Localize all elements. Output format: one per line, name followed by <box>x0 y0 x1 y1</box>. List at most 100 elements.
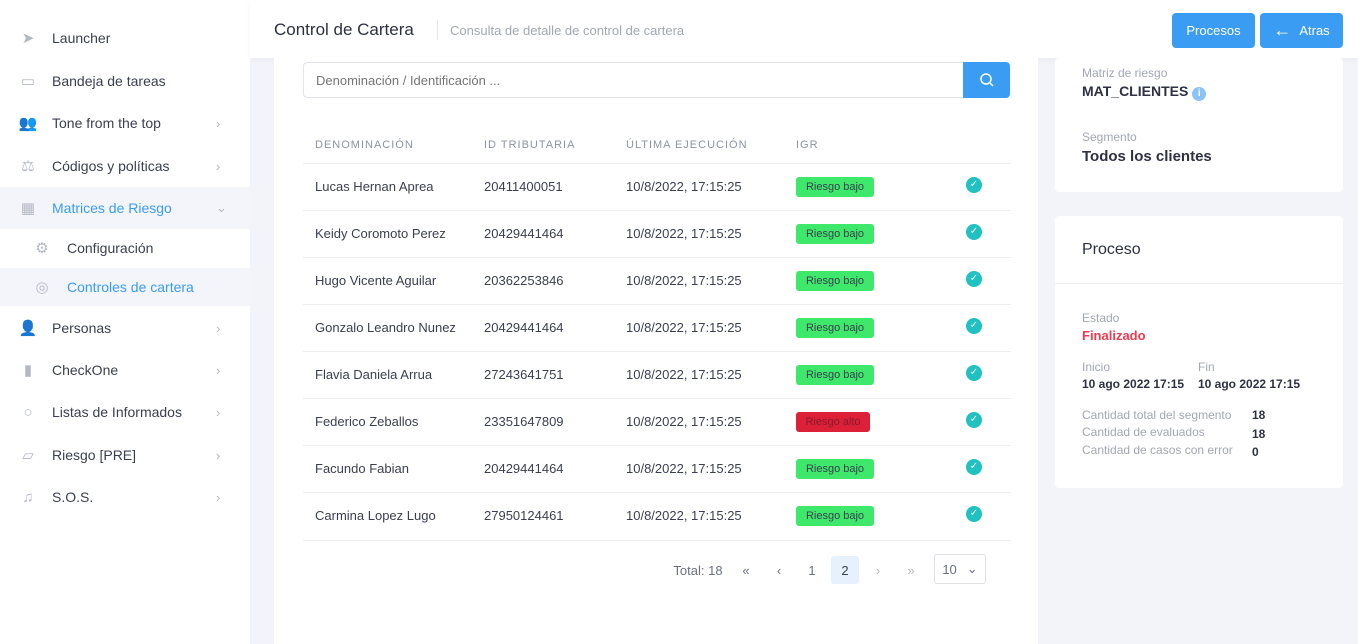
search-input[interactable] <box>303 62 964 98</box>
proceso-title: Proceso <box>1082 241 1141 258</box>
sidebar-item-s-o-s[interactable]: ♫ S.O.S. › <box>0 476 250 518</box>
sidebar-item-c-digos-y-pol-ticas[interactable]: ⚖ Códigos y políticas › <box>0 145 250 187</box>
estado-value: Finalizado <box>1082 328 1146 343</box>
ultima-ejecucion-cell: 10/8/2022, 17:15:25 <box>626 273 742 288</box>
evaluados-value: 18 <box>1252 427 1266 441</box>
first-page-button[interactable]: « <box>732 556 760 584</box>
column-header: DENOMINACIÓN <box>315 139 414 151</box>
divider <box>303 540 1011 541</box>
table-row[interactable]: Federico Zeballos 23351647809 10/8/2022,… <box>303 398 1011 445</box>
page-1-button[interactable]: 1 <box>798 556 826 584</box>
chevron-right-icon: › <box>216 489 221 505</box>
atras-button[interactable]: ← Atras <box>1260 13 1343 48</box>
calculator-icon: ▦ <box>20 200 36 217</box>
sidebar-item-label: S.O.S. <box>52 489 94 505</box>
info-icon[interactable]: i <box>1192 87 1207 101</box>
segmento-value: Todos los clientes <box>1082 148 1212 165</box>
matriz-value: MAT_CLIENTES i <box>1082 83 1207 101</box>
user-tag-icon: 👤 <box>18 320 38 337</box>
procesos-button[interactable]: Procesos <box>1172 13 1255 48</box>
denominacion-cell: Gonzalo Leandro Nunez <box>315 320 456 335</box>
sidebar-item-label: CheckOne <box>52 362 119 378</box>
next-page-button[interactable]: › <box>864 556 892 584</box>
sidebar-item-tone-from-the-top[interactable]: 👥 Tone from the top › <box>0 102 250 144</box>
check-circle-icon: ✓ <box>966 177 982 193</box>
denominacion-cell: Carmina Lopez Lugo <box>315 508 436 523</box>
procesos-label: Procesos <box>1186 23 1241 38</box>
sidebar-item-label: Códigos y políticas <box>52 158 170 174</box>
denominacion-cell: Federico Zeballos <box>315 414 419 429</box>
check-circle-icon: ✓ <box>966 412 982 428</box>
sidebar-item-label: Personas <box>52 320 112 336</box>
id-tributaria-cell: 27950124461 <box>484 508 564 523</box>
id-tributaria-cell: 23351647809 <box>484 414 564 429</box>
divider <box>1055 283 1343 284</box>
table-row[interactable]: Gonzalo Leandro Nunez 20429441464 10/8/2… <box>303 304 1011 351</box>
search-icon: ○ <box>23 403 33 421</box>
check-circle-icon: ✓ <box>966 459 982 475</box>
denominacion-cell: Facundo Fabian <box>315 461 409 476</box>
page-title: Control de Cartera <box>274 20 414 39</box>
table-row[interactable]: Lucas Hernan Aprea 20411400051 10/8/2022… <box>303 163 1011 210</box>
sidebar-item-configuraci-n[interactable]: ⚙ Configuración <box>0 229 250 267</box>
sidebar-item-label: Bandeja de tareas <box>52 73 166 89</box>
total-value: 18 <box>1252 408 1266 422</box>
table-row[interactable]: Keidy Coromoto Perez 20429441464 10/8/20… <box>303 210 1011 257</box>
last-page-button[interactable]: » <box>897 556 925 584</box>
sidebar-item-label: Riesgo [PRE] <box>52 447 137 463</box>
sidebar-item-checkone[interactable]: ▮ CheckOne › <box>0 349 250 391</box>
sidebar-item-listas-de-informados[interactable]: ○ Listas de Informados › <box>0 391 250 433</box>
page-size-value: 10 <box>942 561 957 577</box>
table-row[interactable]: Flavia Daniela Arrua 27243641751 10/8/20… <box>303 351 1011 398</box>
chevron-right-icon: › <box>216 404 221 420</box>
sidebar-item-personas[interactable]: 👤 Personas › <box>0 307 250 349</box>
page-size-select[interactable]: 10 ⌄ <box>934 554 986 584</box>
id-tributaria-cell: 27243641751 <box>484 367 564 382</box>
sidebar-item-launcher[interactable]: ➤ Launcher <box>0 17 250 59</box>
inicio-label: Inicio <box>1082 360 1111 374</box>
sidebar-item-label: Controles de cartera <box>67 279 194 295</box>
igr-badge: Riesgo bajo <box>796 224 874 244</box>
igr-badge: Riesgo bajo <box>796 271 874 291</box>
arrow-left-icon: ← <box>1273 20 1292 40</box>
table-row[interactable]: Facundo Fabian 20429441464 10/8/2022, 17… <box>303 445 1011 492</box>
chevron-right-icon: › <box>216 447 221 463</box>
pagination-total: Total: 18 <box>673 562 723 578</box>
check-circle-icon: ✓ <box>966 318 982 334</box>
sidebar-item-controles-de-cartera[interactable]: ◎ Controles de cartera <box>0 268 250 306</box>
table-row[interactable]: Carmina Lopez Lugo 27950124461 10/8/2022… <box>303 492 1011 539</box>
igr-badge: Riesgo alto <box>796 412 870 432</box>
igr-badge: Riesgo bajo <box>796 365 874 385</box>
page-2-button[interactable]: 2 <box>831 556 859 584</box>
divider <box>437 20 438 40</box>
check-circle-icon: ✓ <box>966 365 982 381</box>
igr-badge: Riesgo bajo <box>796 459 874 479</box>
denominacion-cell: Hugo Vicente Aguilar <box>315 273 437 288</box>
sidebar-item-label: Tone from the top <box>52 115 161 131</box>
sidebar: ➤ Launcher ▭ Bandeja de tareas 👥 Tone from th… <box>0 0 250 644</box>
ultima-ejecucion-cell: 10/8/2022, 17:15:25 <box>626 320 742 335</box>
chevron-right-icon: › <box>216 115 221 131</box>
check-circle-icon: ✓ <box>966 224 982 240</box>
atras-label: Atras <box>1299 23 1330 38</box>
sidebar-item-bandeja-de-tareas[interactable]: ▭ Bandeja de tareas <box>0 60 250 102</box>
column-header: ÚLTIMA EJECUCIÓN <box>626 139 748 151</box>
table-row[interactable]: Hugo Vicente Aguilar 20362253846 10/8/20… <box>303 257 1011 304</box>
id-tributaria-cell: 20429441464 <box>484 226 564 241</box>
ultima-ejecucion-cell: 10/8/2022, 17:15:25 <box>626 179 742 194</box>
chart-board-icon: ▱ <box>22 447 34 464</box>
prev-page-button[interactable]: ‹ <box>765 556 793 584</box>
id-tributaria-cell: 20429441464 <box>484 320 564 335</box>
sidebar-item-matrices-de-riesgo[interactable]: ▦ Matrices de Riesgo ⌄ <box>0 187 250 229</box>
error-value: 0 <box>1252 445 1259 459</box>
total-label: Cantidad total del segmento <box>1082 408 1232 422</box>
search-button[interactable] <box>963 62 1010 98</box>
search-icon <box>979 73 994 87</box>
ultima-ejecucion-cell: 10/8/2022, 17:15:25 <box>626 367 742 382</box>
matriz-name: MAT_CLIENTES <box>1082 83 1189 99</box>
sidebar-item-label: Matrices de Riesgo <box>52 200 172 216</box>
id-tributaria-cell: 20411400051 <box>484 179 563 194</box>
ultima-ejecucion-cell: 10/8/2022, 17:15:25 <box>626 508 742 523</box>
denominacion-cell: Flavia Daniela Arrua <box>315 367 433 382</box>
sidebar-item-riesgo-pre[interactable]: ▱ Riesgo [PRE] › <box>0 434 250 476</box>
